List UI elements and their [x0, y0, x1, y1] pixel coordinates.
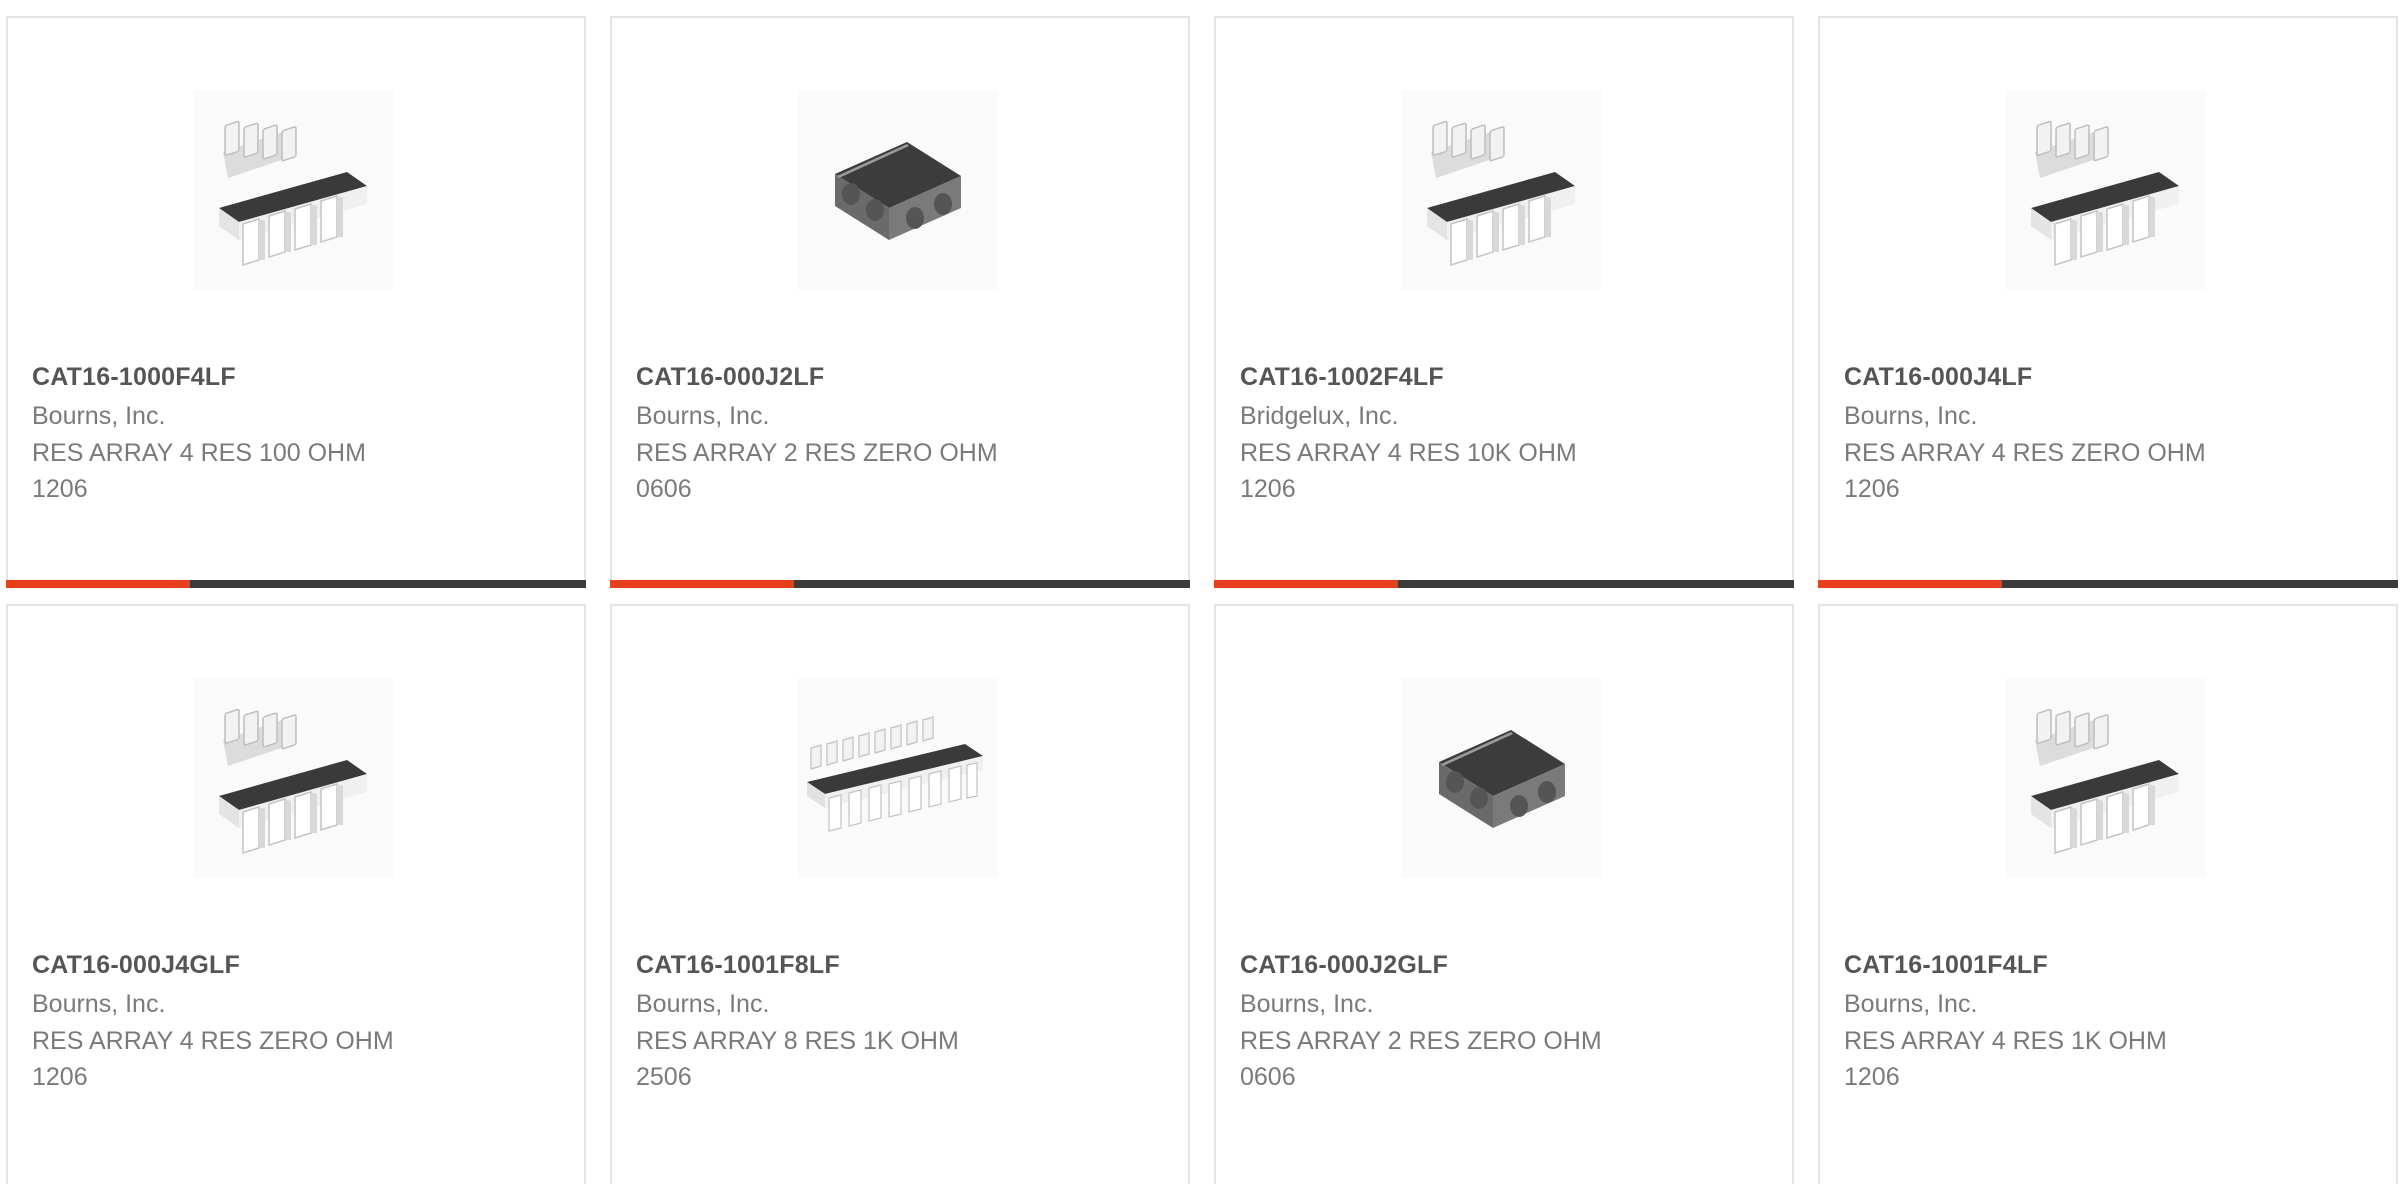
product-description: RES ARRAY 4 RES 10K OHM — [1240, 439, 1577, 467]
product-package: 1206 — [32, 1063, 88, 1091]
resistor-array-2-icon — [797, 90, 997, 290]
product-description: RES ARRAY 4 RES 100 OHM — [32, 439, 366, 467]
product-part-number[interactable]: CAT16-1001F4LF — [1844, 951, 2048, 980]
product-part-number[interactable]: CAT16-000J2GLF — [1240, 951, 1448, 980]
product-grid: CAT16-1000F4LF Bourns, Inc. RES ARRAY 4 … — [0, 0, 2400, 1184]
product-card[interactable]: CAT16-1000F4LF Bourns, Inc. RES ARRAY 4 … — [6, 16, 586, 588]
product-description: RES ARRAY 2 RES ZERO OHM — [1240, 1027, 1602, 1055]
product-image[interactable] — [797, 90, 997, 290]
product-card[interactable]: CAT16-1001F4LF Bourns, Inc. RES ARRAY 4 … — [1818, 604, 2398, 1184]
product-manufacturer: Bourns, Inc. — [636, 402, 770, 430]
product-card[interactable]: CAT16-000J4LF Bourns, Inc. RES ARRAY 4 R… — [1818, 16, 2398, 588]
product-description: RES ARRAY 4 RES ZERO OHM — [1844, 439, 2206, 467]
product-manufacturer: Bourns, Inc. — [636, 990, 770, 1018]
product-manufacturer: Bourns, Inc. — [1844, 990, 1978, 1018]
product-image[interactable] — [2005, 90, 2205, 290]
card-progress-accent — [1214, 580, 1398, 588]
product-part-number[interactable]: CAT16-000J2LF — [636, 363, 824, 392]
card-progress-bar — [1818, 580, 2398, 588]
card-progress-bar — [1214, 580, 1794, 588]
card-progress-accent — [1818, 580, 2002, 588]
card-progress-accent — [610, 580, 794, 588]
card-progress-accent — [6, 580, 190, 588]
product-card[interactable]: CAT16-000J2GLF Bourns, Inc. RES ARRAY 2 … — [1214, 604, 1794, 1184]
product-card[interactable]: CAT16-1002F4LF Bridgelux, Inc. RES ARRAY… — [1214, 16, 1794, 588]
product-package: 1206 — [1844, 1063, 1900, 1091]
product-card[interactable]: CAT16-000J2LF Bourns, Inc. RES ARRAY 2 R… — [610, 16, 1190, 588]
product-image[interactable] — [1401, 678, 1601, 878]
product-manufacturer: Bridgelux, Inc. — [1240, 402, 1399, 430]
product-part-number[interactable]: CAT16-1000F4LF — [32, 363, 236, 392]
product-part-number[interactable]: CAT16-1002F4LF — [1240, 363, 1444, 392]
product-part-number[interactable]: CAT16-000J4LF — [1844, 363, 2032, 392]
product-image[interactable] — [193, 90, 393, 290]
product-package: 1206 — [1240, 475, 1296, 503]
product-description: RES ARRAY 2 RES ZERO OHM — [636, 439, 998, 467]
resistor-array-4-icon — [2005, 90, 2205, 290]
product-package: 0606 — [1240, 1063, 1296, 1091]
product-image[interactable] — [193, 678, 393, 878]
product-package: 1206 — [32, 475, 88, 503]
card-progress-bar — [6, 580, 586, 588]
product-image[interactable] — [797, 678, 997, 878]
resistor-array-4-icon — [2005, 678, 2205, 878]
product-card[interactable]: CAT16-1001F8LF Bourns, Inc. RES ARRAY 8 … — [610, 604, 1190, 1184]
product-description: RES ARRAY 4 RES 1K OHM — [1844, 1027, 2167, 1055]
product-manufacturer: Bourns, Inc. — [1240, 990, 1374, 1018]
resistor-array-4-icon — [1401, 90, 1601, 290]
product-manufacturer: Bourns, Inc. — [1844, 402, 1978, 430]
product-manufacturer: Bourns, Inc. — [32, 990, 166, 1018]
product-card[interactable]: CAT16-000J4GLF Bourns, Inc. RES ARRAY 4 … — [6, 604, 586, 1184]
product-image[interactable] — [1401, 90, 1601, 290]
resistor-array-8-icon — [797, 678, 997, 878]
resistor-array-4-icon — [193, 678, 393, 878]
product-part-number[interactable]: CAT16-1001F8LF — [636, 951, 840, 980]
resistor-array-4-icon — [193, 90, 393, 290]
product-package: 1206 — [1844, 475, 1900, 503]
product-package: 2506 — [636, 1063, 692, 1091]
product-package: 0606 — [636, 475, 692, 503]
product-part-number[interactable]: CAT16-000J4GLF — [32, 951, 240, 980]
product-manufacturer: Bourns, Inc. — [32, 402, 166, 430]
product-description: RES ARRAY 8 RES 1K OHM — [636, 1027, 959, 1055]
card-progress-bar — [610, 580, 1190, 588]
product-image[interactable] — [2005, 678, 2205, 878]
resistor-array-2-icon — [1401, 678, 1601, 878]
product-description: RES ARRAY 4 RES ZERO OHM — [32, 1027, 394, 1055]
